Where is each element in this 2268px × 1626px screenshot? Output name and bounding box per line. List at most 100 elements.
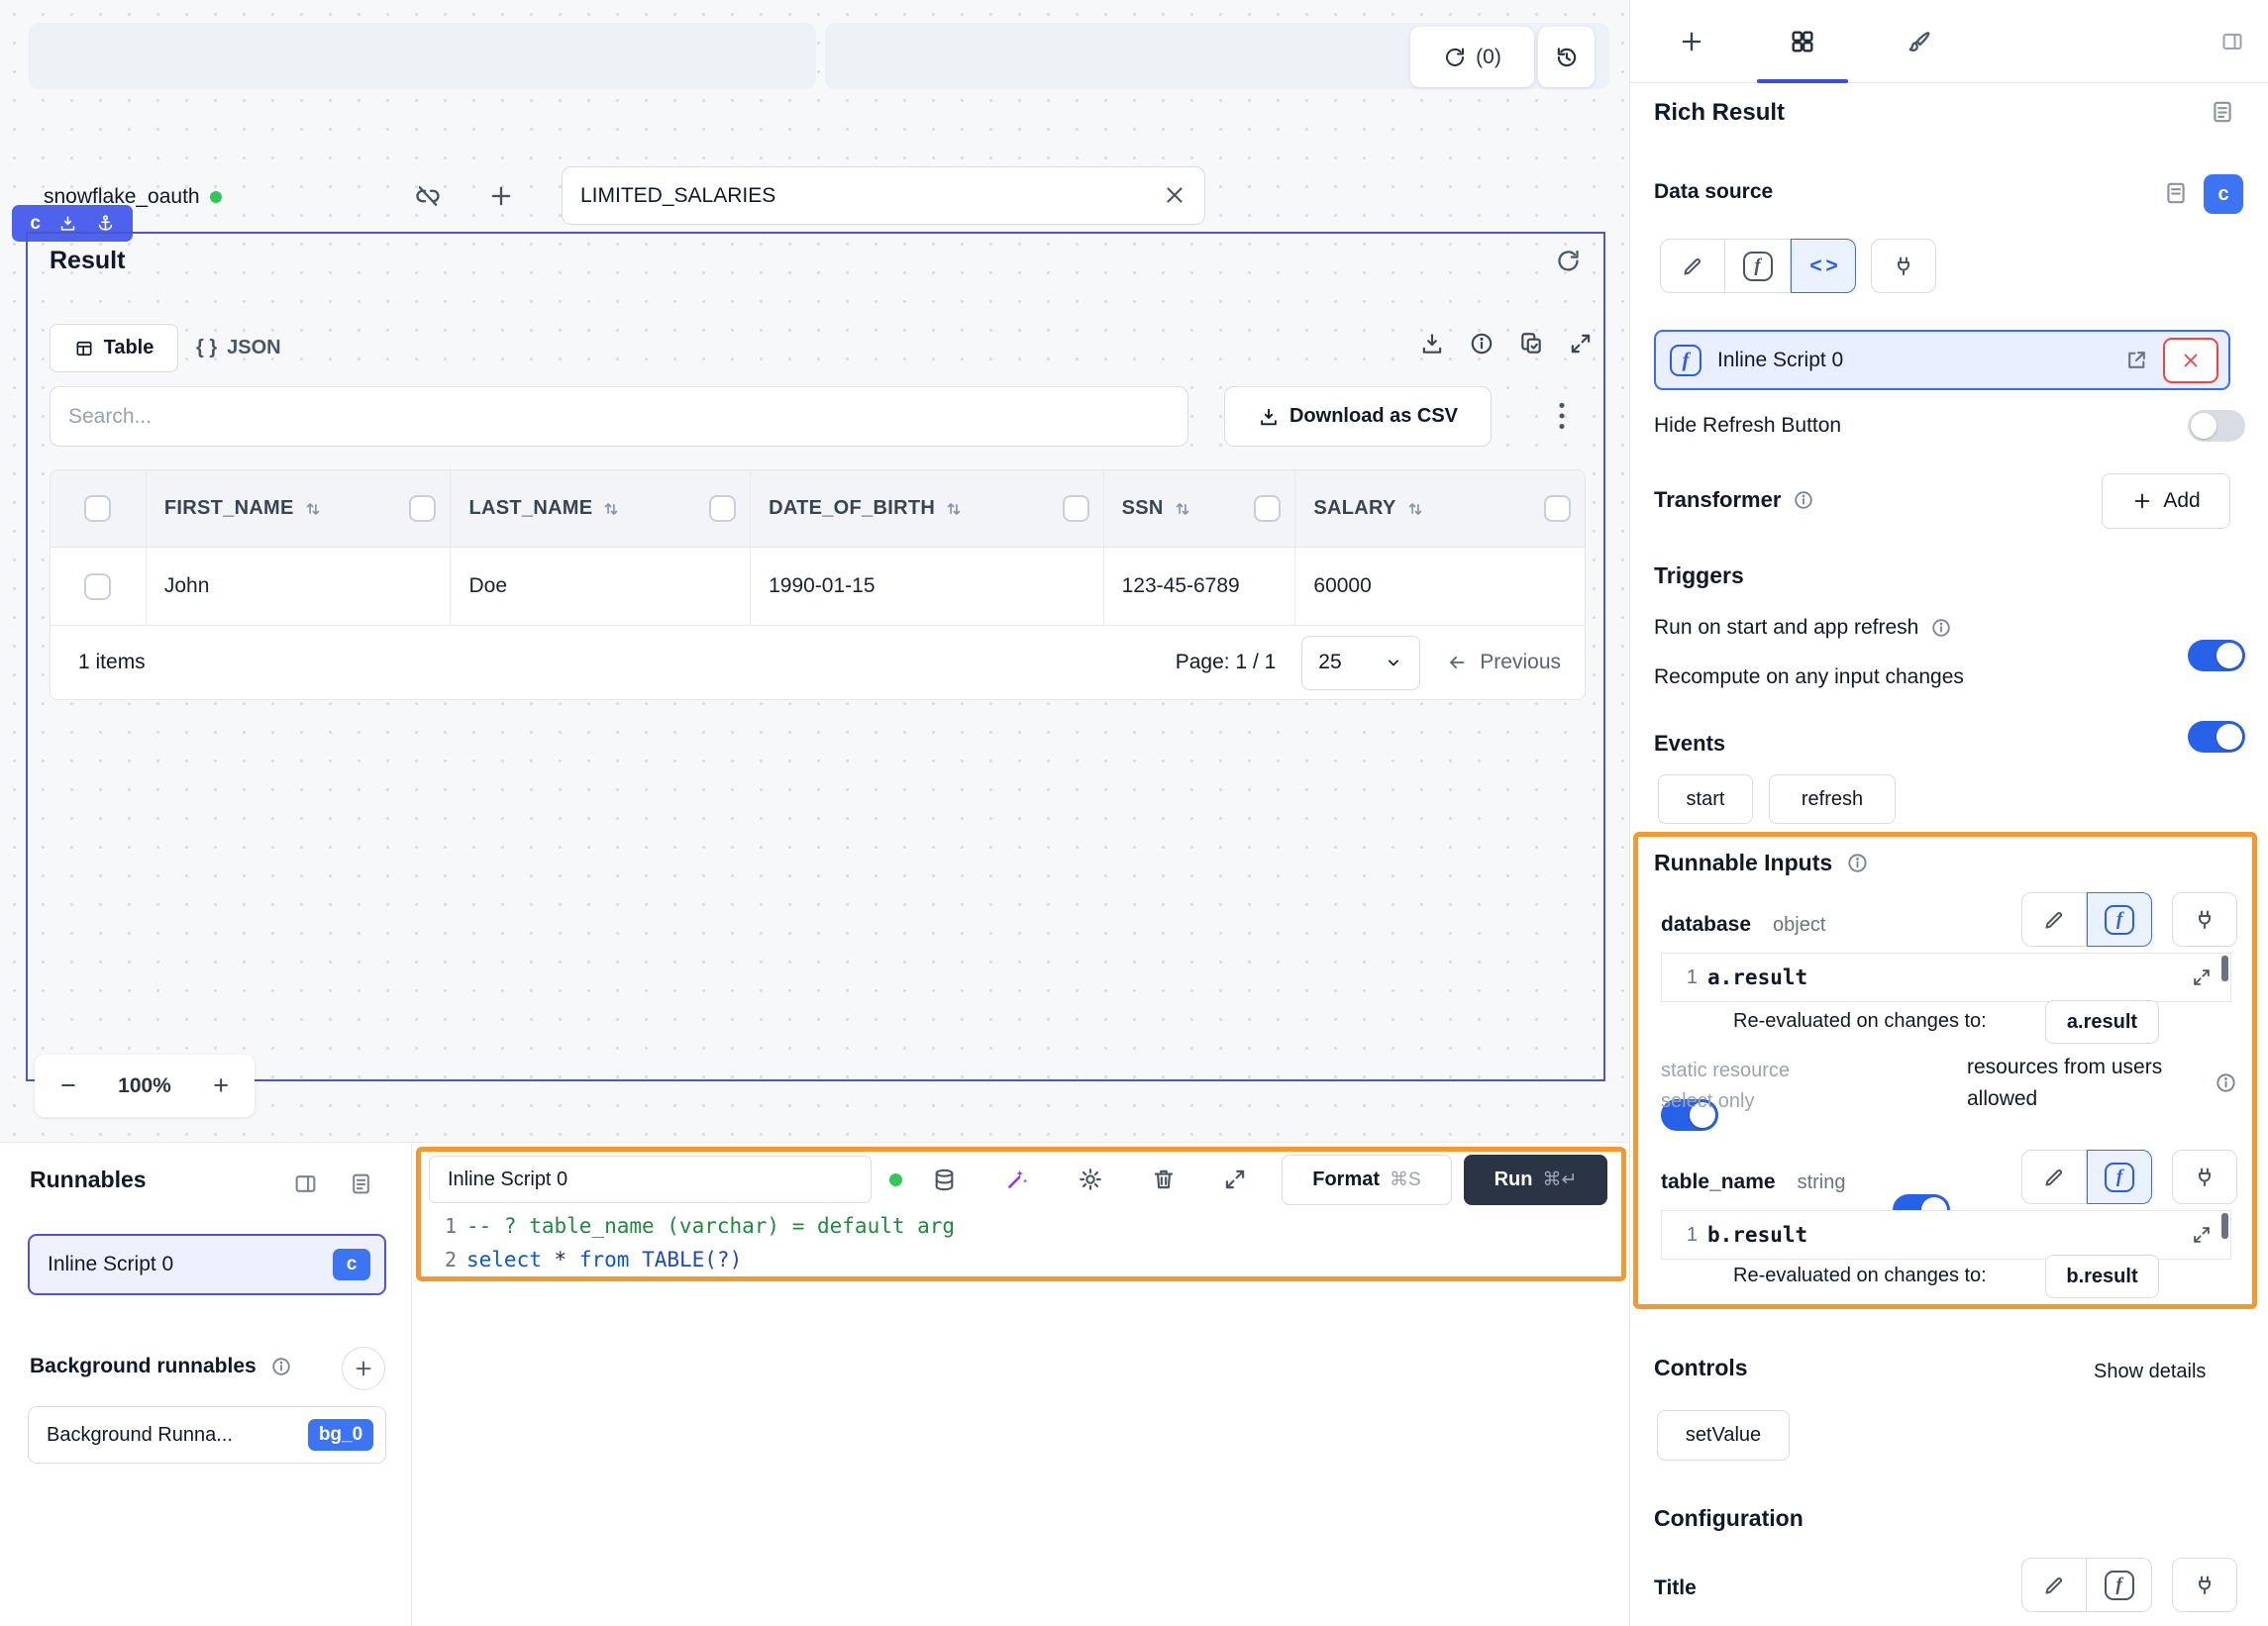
select-all-checkbox[interactable] [84,495,111,522]
input1-static-button[interactable] [2021,892,2087,947]
tab-styles-icon[interactable] [1906,28,1933,55]
input1-dependency-chip[interactable]: a.result [2045,1000,2159,1044]
copy-check-icon[interactable] [1518,331,1544,356]
info-icon[interactable] [1793,489,1814,511]
tab-insert-icon[interactable] [1678,28,1705,55]
zoom-in-button[interactable]: + [213,1070,229,1101]
input1-plug-button[interactable] [2172,892,2237,947]
move-down-icon[interactable] [58,214,77,233]
event-refresh-button[interactable]: refresh [1769,774,1896,824]
canvas[interactable]: (0) snowflake_oauth c Result Table [0,0,1629,1142]
background-runnable-item[interactable]: Background Runna... bg_0 [28,1406,386,1464]
anchor-icon[interactable] [96,214,115,233]
history-button[interactable] [1538,27,1595,87]
info-icon[interactable] [1846,852,1869,874]
trigger-recompute-label: Recompute on any input changes [1654,665,1964,689]
add-query-icon[interactable] [487,182,515,210]
column-checkbox[interactable] [1544,495,1571,522]
trash-icon[interactable] [1151,1167,1177,1192]
ai-wand-icon[interactable] [1004,1167,1030,1192]
input2-plug-button[interactable] [2172,1150,2237,1204]
hide-refresh-toggle[interactable] [2188,410,2245,442]
input1-fx-button[interactable]: f [2087,892,2152,947]
kebab-menu-icon[interactable] [1549,398,1575,439]
datasource-code-button[interactable]: < > [1791,239,1856,293]
tab-json[interactable]: { } JSON [196,324,281,372]
info-icon[interactable] [1469,331,1495,356]
previous-page-button[interactable]: Previous [1446,651,1561,674]
row-checkbox[interactable] [84,573,111,600]
input2-fx-button[interactable]: f [2087,1150,2152,1204]
list-icon[interactable] [349,1171,373,1196]
datasource-fx-button[interactable]: f [1725,239,1791,293]
expand-editor-icon[interactable] [1222,1167,1248,1192]
download-csv-button[interactable]: Download as CSV [1224,386,1492,447]
input2-dependency-chip[interactable]: b.result [2045,1255,2159,1298]
scrollbar-thumb[interactable] [2221,1213,2228,1239]
collapse-inspector-icon[interactable] [2220,30,2244,53]
zoom-control[interactable]: − 100% + [35,1055,255,1117]
selected-script-row[interactable]: f Inline Script 0 [1654,330,2230,390]
unlink-icon[interactable] [414,182,442,210]
list-icon[interactable] [2210,99,2235,125]
expand-icon[interactable] [2191,1224,2213,1246]
sort-icon[interactable] [944,499,964,519]
title-plug-button[interactable] [2172,1558,2237,1612]
database-icon[interactable] [932,1168,957,1192]
event-start-button[interactable]: start [1658,774,1753,824]
open-script-icon[interactable] [2124,348,2149,372]
set-value-button[interactable]: setValue [1657,1410,1790,1461]
column-checkbox[interactable] [1254,495,1281,522]
search-input[interactable] [50,386,1188,447]
collapse-panel-icon[interactable] [293,1171,318,1196]
format-button[interactable]: Format ⌘S [1282,1155,1452,1205]
code-line[interactable]: 1 -- ? table_name (varchar) = default ar… [421,1209,1621,1243]
result-component[interactable]: Result Table { } JSON Download as CSV [26,232,1605,1081]
page-size-select[interactable]: 25 [1301,636,1420,690]
info-icon[interactable] [1930,617,1952,639]
script-name-field[interactable] [429,1156,872,1203]
scrollbar-thumb[interactable] [2221,956,2228,981]
column-checkbox[interactable] [1063,495,1089,522]
sort-icon[interactable] [1173,499,1192,519]
component-refresh-icon[interactable] [1555,248,1582,274]
input2-code-field[interactable]: 1 b.result [1661,1210,2231,1260]
zoom-out-button[interactable]: − [60,1070,76,1101]
tab-components-icon[interactable] [1789,28,1816,55]
recompute-toggle[interactable] [2188,721,2245,753]
input2-static-button[interactable] [2021,1150,2087,1204]
expand-icon[interactable] [1568,331,1594,356]
table-search-field[interactable] [50,386,1188,447]
clear-icon[interactable] [1162,182,1187,208]
add-background-runnable-button[interactable] [342,1347,385,1390]
sort-icon[interactable] [303,499,323,519]
doc-icon[interactable] [2163,180,2189,206]
info-icon[interactable] [270,1356,292,1377]
script-name-input[interactable] [429,1156,872,1203]
gear-icon[interactable] [1078,1167,1103,1192]
code-line[interactable]: 2 select * from TABLE(?) [421,1243,1621,1276]
column-checkbox[interactable] [409,495,436,522]
runnable-item-inline-script[interactable]: Inline Script 0 c [28,1234,386,1295]
info-icon[interactable] [2215,1071,2237,1094]
run-on-start-toggle[interactable] [2188,640,2245,671]
remove-script-button[interactable] [2163,338,2218,383]
tab-table[interactable]: Table [50,324,178,372]
add-transformer-button[interactable]: Add [2102,473,2230,529]
table-row[interactable]: John Doe 1990-01-15 123-45-6789 60000 [51,548,1585,626]
sort-icon[interactable] [601,499,621,519]
title-static-button[interactable] [2021,1558,2087,1612]
table-select-field[interactable] [562,166,1205,225]
show-details-link[interactable]: Show details [2094,1361,2206,1383]
title-fx-button[interactable]: f [2087,1558,2152,1612]
input1-code-field[interactable]: 1 a.result [1661,953,2231,1002]
datasource-plug-button[interactable] [1871,239,1936,293]
expand-icon[interactable] [2191,966,2213,988]
table-select-input[interactable] [562,166,1205,225]
run-button[interactable]: Run ⌘↵ [1464,1155,1607,1205]
sort-icon[interactable] [1405,499,1425,519]
column-checkbox[interactable] [709,495,736,522]
refresh-count-button[interactable]: (0) [1410,27,1534,87]
datasource-static-button[interactable] [1660,239,1725,293]
download-icon[interactable] [1419,331,1445,356]
